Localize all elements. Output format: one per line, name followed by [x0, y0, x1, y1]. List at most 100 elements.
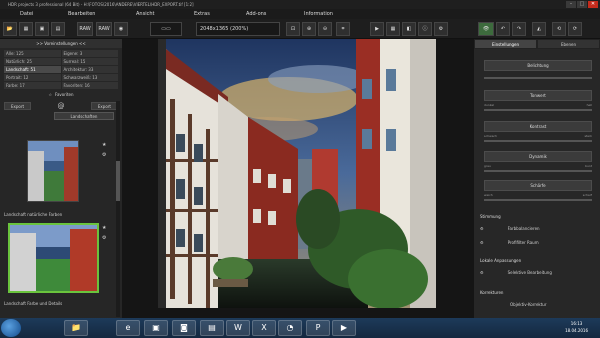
minimize-button[interactable]: – — [566, 1, 576, 8]
redo-icon[interactable]: ↷ — [512, 22, 526, 36]
exposure-button[interactable]: Belichtung — [484, 60, 592, 71]
taskbar-excel-icon[interactable]: X — [252, 320, 276, 336]
local-row-1[interactable]: ⚙ Selektive Bearbeitung — [480, 268, 594, 278]
flip-horizontal-icon[interactable]: ◭ — [532, 22, 546, 36]
taskbar-word-icon[interactable]: W — [226, 320, 250, 336]
camera-icon[interactable]: ◉ — [114, 22, 128, 36]
image-canvas[interactable] — [122, 39, 474, 318]
menu-file[interactable]: Datei — [20, 9, 33, 19]
zoom-select[interactable]: 2048x1365 (200%) — [196, 22, 280, 36]
toggle-icon[interactable]: ⚙ — [480, 224, 484, 234]
mood-option-2[interactable]: Profifilter Raum — [508, 238, 539, 248]
menu-edit[interactable]: Bearbeiten — [68, 9, 95, 19]
preview-eye-icon[interactable]: 👁 — [478, 22, 494, 36]
taskbar-media-icon[interactable]: ▶ — [332, 320, 356, 336]
left-scrollbar-thumb[interactable] — [116, 161, 120, 201]
sharpness-slider[interactable] — [484, 199, 592, 201]
category-landscape[interactable]: Landschaft: 51 — [4, 66, 61, 73]
category-surreal[interactable]: Surreal: 15 — [61, 58, 118, 65]
presets-header[interactable]: >> Voreinstellungen << — [0, 39, 122, 48]
category-architecture[interactable]: Architektur: 33 — [61, 66, 118, 73]
view-mode-button[interactable]: ▭▭ — [150, 22, 182, 36]
favorite-star-icon-2[interactable]: ★ — [102, 142, 106, 148]
menu-information[interactable]: Information — [304, 9, 333, 19]
toggle-icon-2[interactable]: ⚙ — [480, 238, 484, 248]
start-button[interactable] — [1, 319, 21, 337]
left-scrollbar[interactable] — [116, 101, 120, 317]
star-icon[interactable]: ☆ — [48, 91, 52, 99]
toolbar: 📂 ▦ ▣ ▤ RAW RAW ◉ ▭▭ 2048x1365 (200%) ⊡ … — [0, 19, 600, 39]
preset-filter-select[interactable]: Landschaften — [54, 112, 114, 120]
category-favorites[interactable]: Favoriten: 16 — [61, 82, 118, 89]
taskbar-folder-icon[interactable]: ▤ — [200, 320, 224, 336]
zoom-out-icon[interactable]: ⊖ — [318, 22, 332, 36]
category-all[interactable]: Alle: 125 — [4, 50, 61, 57]
zoom-in-icon[interactable]: ⊕ — [302, 22, 316, 36]
exposure-slider[interactable] — [484, 77, 592, 79]
export-button-2[interactable]: Export — [90, 102, 118, 110]
tab-settings[interactable]: Einstellungen — [474, 39, 537, 49]
play-icon[interactable]: ▶ — [370, 22, 384, 36]
menu-addons[interactable]: Add-ons — [246, 9, 266, 19]
category-bw[interactable]: Schwarzweiß: 13 — [61, 74, 118, 81]
taskbar-ppt-icon[interactable]: P — [306, 320, 330, 336]
settings-icon[interactable]: ⚙ — [434, 22, 448, 36]
menu-extras[interactable]: Extras — [194, 9, 210, 19]
correction-row-1[interactable]: Objektiv-Korrektur — [480, 300, 594, 310]
dynamics-button[interactable]: Dynamik — [484, 151, 592, 162]
save-icon[interactable]: ▣ — [35, 22, 49, 36]
system-clock[interactable]: 16:13 18.04.2016 — [565, 320, 588, 334]
dynamics-labels: grau bunt — [484, 164, 592, 168]
category-portrait[interactable]: Portrait: 12 — [4, 74, 61, 81]
at-icon[interactable]: @ — [58, 102, 65, 110]
local-option-1[interactable]: Selektive Bearbeitung — [508, 268, 552, 278]
sharpness-button[interactable]: Schärfe — [484, 180, 592, 191]
presets-panel: >> Voreinstellungen << Alle: 125 Eigene:… — [0, 39, 122, 318]
mood-row-1[interactable]: ⚙ Farbbalancieren — [480, 224, 594, 234]
toggle-icon-3[interactable]: ⚙ — [480, 268, 484, 278]
grid-icon[interactable]: ▦ — [386, 22, 400, 36]
export-button-1[interactable]: Export — [4, 102, 32, 110]
close-button[interactable]: ✕ — [588, 1, 598, 8]
undo-icon[interactable]: ↶ — [496, 22, 510, 36]
category-own[interactable]: Eigene: 3 — [61, 50, 118, 57]
info-icon[interactable]: ⓘ — [418, 22, 432, 36]
raw-button-2[interactable]: RAW — [96, 22, 112, 36]
rotate-left-icon[interactable]: ⟲ — [552, 22, 566, 36]
print-icon[interactable]: ▤ — [51, 22, 65, 36]
contrast-slider[interactable] — [484, 140, 592, 142]
taskbar-hdr-icon[interactable]: ◙ — [172, 320, 196, 336]
settings-small-icon-2[interactable]: ⚙ — [102, 152, 106, 158]
menu-view[interactable]: Ansicht — [136, 9, 154, 19]
taskbar-app-icon[interactable]: ▣ — [144, 320, 168, 336]
rotate-right-icon[interactable]: ⟳ — [568, 22, 582, 36]
dynamics-slider[interactable] — [484, 170, 592, 172]
section-mood: Stimmung — [480, 214, 501, 219]
settings-small-icon[interactable]: ⚙ — [102, 235, 106, 241]
compare-icon[interactable]: ◧ — [402, 22, 416, 36]
category-color[interactable]: Farbe: 17 — [4, 82, 61, 89]
correction-option-1[interactable]: Objektiv-Korrektur — [510, 300, 547, 310]
favorite-star-icon[interactable]: ★ — [102, 225, 106, 231]
preset-thumbnail-1[interactable] — [27, 140, 79, 202]
fit-icon[interactable]: ⊡ — [286, 22, 300, 36]
settings-panel: Einstellungen Ebenen Belichtung Tonwert … — [474, 39, 600, 318]
maximize-button[interactable]: □ — [577, 1, 587, 8]
mood-option-1[interactable]: Farbbalancieren — [508, 224, 540, 234]
contrast-button[interactable]: Kontrast — [484, 121, 592, 132]
open-icon[interactable]: 📂 — [3, 22, 17, 36]
tab-layers[interactable]: Ebenen — [537, 39, 600, 49]
tonality-slider[interactable] — [484, 109, 592, 111]
tonality-button[interactable]: Tonwert — [484, 90, 592, 101]
taskbar-firefox-icon[interactable]: ◔ — [278, 320, 302, 336]
taskbar-explorer-icon[interactable]: 📁 — [64, 320, 88, 336]
folder-icon[interactable]: ▦ — [19, 22, 33, 36]
window-controls: – □ ✕ — [566, 1, 598, 8]
preset-thumbnail-2-selected[interactable] — [8, 223, 99, 293]
taskbar-ie-icon[interactable]: e — [116, 320, 140, 336]
raw-button-1[interactable]: RAW — [77, 22, 93, 36]
crop-icon[interactable]: ⌗ — [336, 22, 350, 36]
export-row: Export @ Export — [4, 102, 118, 110]
category-natural[interactable]: Natürlich: 25 — [4, 58, 61, 65]
mood-row-2[interactable]: ⚙ Profifilter Raum — [480, 238, 594, 248]
